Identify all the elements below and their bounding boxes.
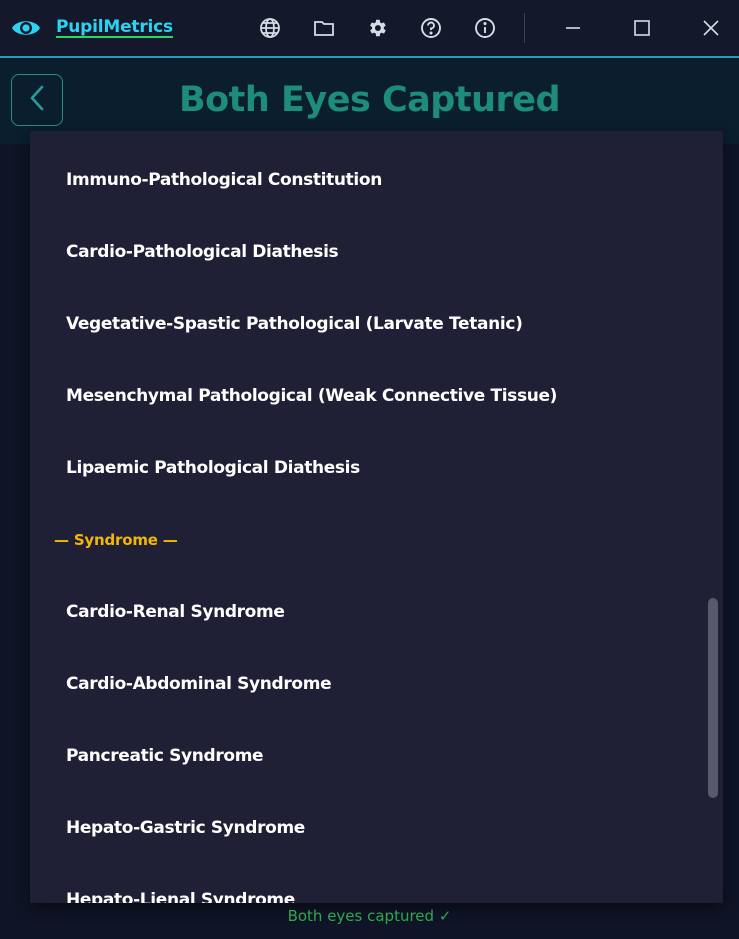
info-icon[interactable] [473,16,497,40]
gear-icon[interactable] [365,16,389,40]
eye-icon [11,17,41,39]
list-item[interactable]: Pancreatic Syndrome [66,746,264,766]
list-item[interactable]: Cardio-Pathological Diathesis [66,242,339,262]
list-item[interactable]: Vegetative-Spastic Pathological (Larvate… [66,314,523,334]
maximize-icon[interactable] [628,14,656,42]
folder-icon[interactable] [312,16,336,40]
globe-icon[interactable] [258,16,282,40]
list-item[interactable]: Hepato-Lienal Syndrome [66,890,295,903]
titlebar-separator [524,13,525,43]
status-text: Both eyes captured ✓ [287,907,452,925]
app-name: PupilMetrics [56,17,173,37]
group-header-syndrome: — Syndrome — [54,531,178,549]
minimize-icon[interactable] [559,14,587,42]
title-bar: PupilMetrics [0,0,739,58]
list-item[interactable]: Immuno-Pathological Constitution [66,170,382,190]
dropdown-list[interactable]: Immuno-Pathological Constitution Cardio-… [30,131,723,903]
scrollbar-thumb[interactable] [708,598,718,798]
list-item[interactable]: Lipaemic Pathological Diathesis [66,458,360,478]
list-item[interactable]: Cardio-Renal Syndrome [66,602,285,622]
close-icon[interactable] [697,14,725,42]
list-item[interactable]: Cardio-Abdominal Syndrome [66,674,332,694]
page-title: Both Eyes Captured [178,80,561,120]
list-item[interactable]: Mesenchymal Pathological (Weak Connectiv… [66,386,557,406]
help-icon[interactable] [419,16,443,40]
list-item[interactable]: Hepato-Gastric Syndrome [66,818,305,838]
